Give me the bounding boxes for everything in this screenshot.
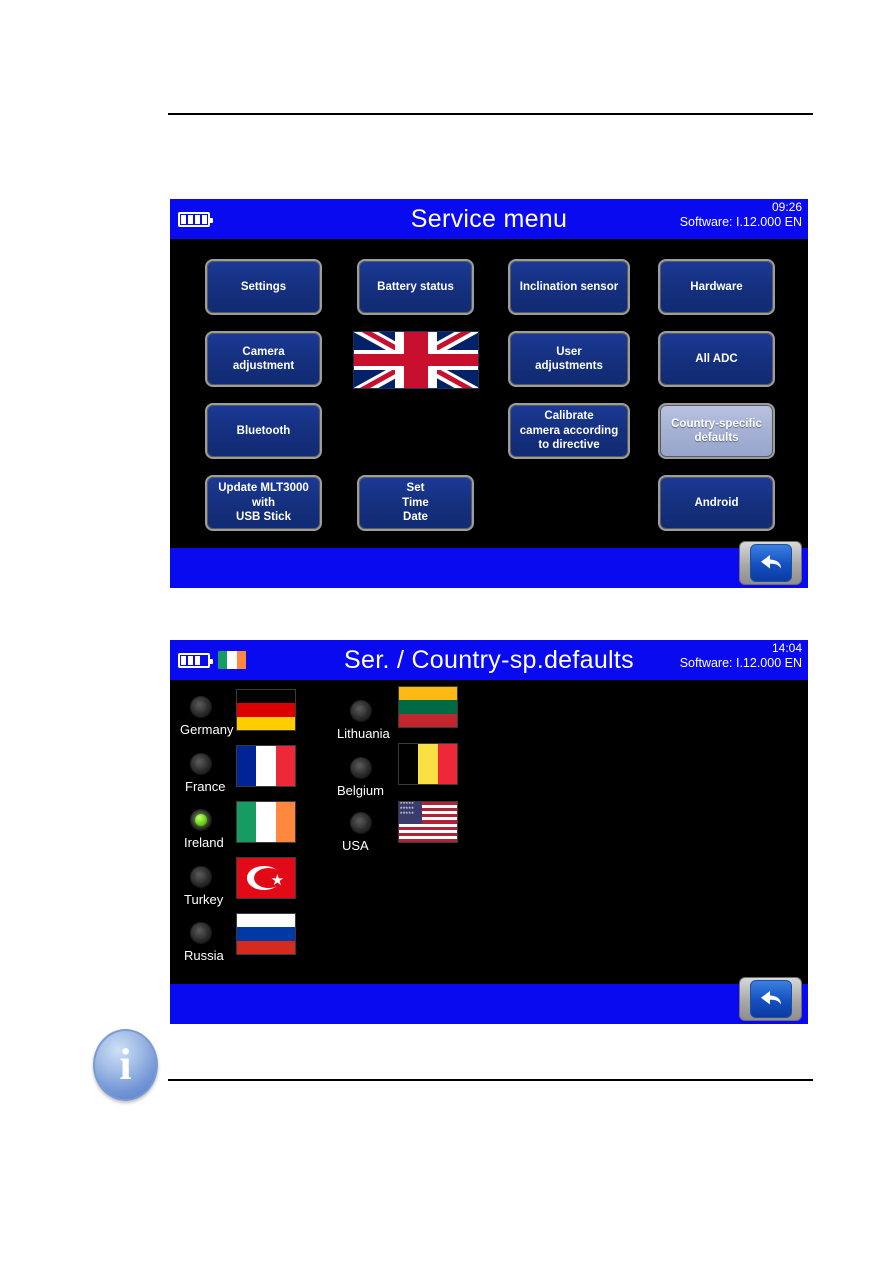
menu-button-inclination-sensor[interactable]: Inclination sensor (508, 259, 630, 315)
menu-button-label: Settings (240, 280, 287, 293)
back-icon (749, 544, 792, 582)
menu-button-user-adjustments[interactable]: User adjustments (508, 331, 630, 387)
menu-button-label: Set Time Date (402, 482, 429, 524)
menu-button-android[interactable]: Android (658, 475, 775, 531)
menu-button-hardware[interactable]: Hardware (658, 259, 775, 315)
menu-button-label: Country-specific defaults (671, 417, 762, 444)
country-label-lithuania: Lithuania (337, 726, 390, 741)
led-bulb (195, 758, 207, 770)
country-radio-ireland[interactable] (190, 809, 212, 831)
country-defaults-screen: Ser. / Country-sp.defaults 14:04 Softwar… (170, 640, 808, 1024)
country-radio-belgium[interactable] (350, 757, 372, 779)
russia-flag[interactable] (236, 913, 296, 955)
menu-button-camera-adjustment[interactable]: Camera adjustment (205, 331, 322, 387)
led-bulb (195, 871, 207, 883)
back-button[interactable] (739, 541, 802, 585)
menu-button-label: User adjustments (535, 345, 603, 372)
menu-button-battery-status[interactable]: Battery status (357, 259, 474, 315)
belgium-flag[interactable] (398, 743, 458, 785)
led-bulb (355, 705, 367, 717)
country-label-turkey: Turkey (184, 892, 224, 907)
led-bulb (195, 927, 207, 939)
menu-button-label: Battery status (377, 280, 454, 293)
country-radio-lithuania[interactable] (350, 700, 372, 722)
country-label-ireland: Ireland (184, 835, 224, 850)
menu-button-label: Hardware (690, 280, 743, 293)
led-bulb (355, 817, 367, 829)
software-version: Software: I.12.000 EN (679, 655, 802, 670)
info-icon: i (93, 1029, 158, 1101)
russia-flag-art (237, 914, 295, 954)
belgium-flag-art (399, 744, 457, 784)
turkey-flag-art: ★ (237, 858, 295, 898)
turkey-flag[interactable]: ★ (236, 857, 296, 899)
service-menu-footer (170, 541, 808, 588)
country-label-germany: Germany (180, 722, 234, 737)
titlebar-right-group: 14:04 Software: I.12.000 EN (679, 641, 802, 670)
menu-button-update-mlt3000[interactable]: Update MLT3000 with USB Stick (205, 475, 322, 531)
country-radio-usa[interactable] (350, 812, 372, 834)
menu-button-all-adc[interactable]: All ADC (658, 331, 775, 387)
country-radio-turkey[interactable] (190, 866, 212, 888)
software-version: Software: I.12.000 EN (679, 214, 802, 229)
germany-flag[interactable] (236, 689, 296, 731)
germany-flag-art (237, 690, 295, 730)
menu-button-label: Calibrate camera according to directive (519, 410, 619, 452)
led-bulb (195, 814, 207, 826)
lithuania-flag[interactable] (398, 686, 458, 728)
united-kingdom-flag[interactable] (353, 331, 479, 389)
france-flag-art (237, 746, 295, 786)
usa-flag-art: ***** ***** ***** (399, 802, 457, 842)
page-header-rule (168, 113, 813, 115)
menu-button-label: Inclination sensor (519, 280, 619, 293)
led-bulb (195, 701, 207, 713)
country-defaults-titlebar: Ser. / Country-sp.defaults 14:04 Softwar… (170, 640, 808, 680)
menu-button-settings[interactable]: Settings (205, 259, 322, 315)
country-defaults-footer (170, 977, 808, 1024)
menu-button-label: Android (694, 496, 739, 509)
service-menu-titlebar: Service menu 09:26 Software: I.12.000 EN (170, 199, 808, 239)
page-footer-rule (168, 1079, 813, 1081)
clock-time: 09:26 (771, 200, 802, 214)
country-label-france: France (185, 779, 226, 794)
ireland-flag-art (237, 802, 295, 842)
menu-button-label: All ADC (695, 352, 738, 365)
country-radio-russia[interactable] (190, 922, 212, 944)
ireland-flag[interactable] (236, 801, 296, 843)
country-radio-france[interactable] (190, 753, 212, 775)
back-button[interactable] (739, 977, 802, 1021)
menu-button-set-time-date[interactable]: Set Time Date (357, 475, 474, 531)
lithuania-flag-art (399, 687, 457, 727)
back-icon (749, 980, 792, 1018)
france-flag[interactable] (236, 745, 296, 787)
country-label-belgium: Belgium (337, 783, 384, 798)
clock-time: 14:04 (771, 641, 802, 655)
united-kingdom-flag-art (354, 332, 478, 388)
menu-button-label: Camera adjustment (232, 345, 295, 372)
country-radio-germany[interactable] (190, 696, 212, 718)
led-bulb (355, 762, 367, 774)
service-menu-screen: Service menu 09:26 Software: I.12.000 EN… (170, 199, 808, 588)
country-label-russia: Russia (184, 948, 224, 963)
menu-button-country-specific-defaults[interactable]: Country-specific defaults (658, 403, 775, 459)
menu-button-bluetooth[interactable]: Bluetooth (205, 403, 322, 459)
menu-button-calibrate-camera[interactable]: Calibrate camera according to directive (508, 403, 630, 459)
titlebar-right-group: 09:26 Software: I.12.000 EN (679, 200, 802, 229)
usa-flag[interactable]: ***** ***** ***** (398, 801, 458, 843)
country-label-usa: USA (342, 838, 369, 853)
menu-button-label: Bluetooth (236, 424, 291, 437)
menu-button-label: Update MLT3000 with USB Stick (218, 482, 309, 524)
